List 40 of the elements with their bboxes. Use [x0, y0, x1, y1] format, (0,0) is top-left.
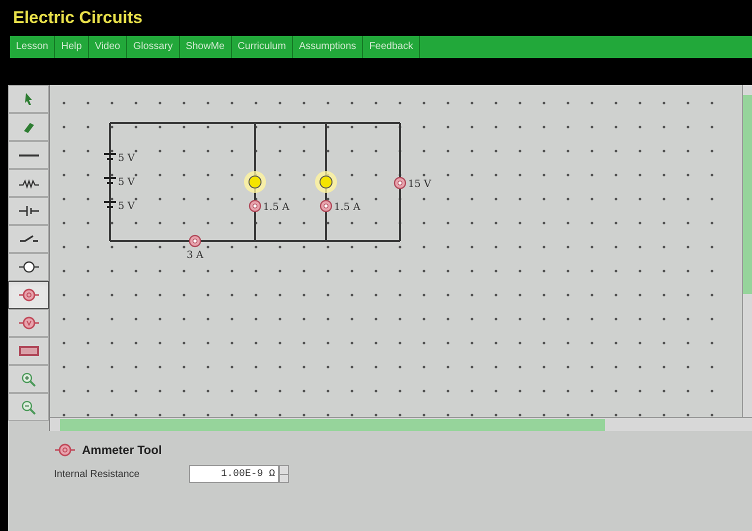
- ammeter-icon: [248, 200, 262, 212]
- app-title: Electric Circuits: [13, 7, 142, 30]
- battery-icon: [103, 153, 117, 160]
- ammeter-icon: [18, 286, 40, 304]
- menu-item[interactable]: Glossary: [127, 36, 180, 58]
- battery-icon: [103, 201, 117, 208]
- tool-button[interactable]: [8, 169, 49, 197]
- tool-button[interactable]: [8, 225, 49, 253]
- reading-label: 15 V: [408, 179, 432, 190]
- reading-label: 1.5 A: [263, 202, 290, 213]
- reading-label: 5 V: [118, 177, 135, 188]
- horizontal-scrollbar[interactable]: [50, 417, 752, 431]
- ammeter-icon: [188, 234, 202, 248]
- spinner-button[interactable]: [279, 465, 289, 483]
- wire-icon: [18, 154, 38, 156]
- reading-label: 3 A: [186, 250, 204, 261]
- tool-button[interactable]: [8, 281, 49, 309]
- tool-button[interactable]: [8, 253, 49, 281]
- menu-item[interactable]: Feedback: [363, 36, 420, 58]
- tool-panel-title: Ammeter Tool: [82, 442, 162, 459]
- menu-item[interactable]: Lesson: [10, 36, 56, 58]
- voltmeter-icon: [18, 314, 40, 332]
- menu-item[interactable]: Video: [88, 36, 128, 58]
- menu-item[interactable]: ShowMe: [180, 36, 232, 58]
- voltmeter-icon: [394, 176, 406, 190]
- menu-item[interactable]: Assumptions: [292, 36, 364, 58]
- battery-icon: [103, 177, 117, 184]
- tool-button[interactable]: [8, 197, 49, 225]
- resistance-field[interactable]: 1.00E-9 Ω: [189, 465, 279, 483]
- reading-label: 5 V: [118, 153, 135, 164]
- circuit-canvas[interactable]: 5 V 5 V 5 V 1.5 A 1.5 A 15 V 3 A: [50, 85, 742, 417]
- menu-item[interactable]: Curriculum: [232, 36, 293, 58]
- reading-label: 1.5 A: [334, 202, 360, 213]
- menu-item[interactable]: Help: [55, 36, 89, 58]
- ammeter-icon: [320, 200, 332, 212]
- tool-button[interactable]: [8, 141, 49, 169]
- vertical-scrollbar[interactable]: [742, 85, 752, 417]
- ammeter-icon: [54, 441, 76, 459]
- reading-label: 5 V: [118, 201, 135, 212]
- field-label: Internal Resistance: [54, 468, 141, 482]
